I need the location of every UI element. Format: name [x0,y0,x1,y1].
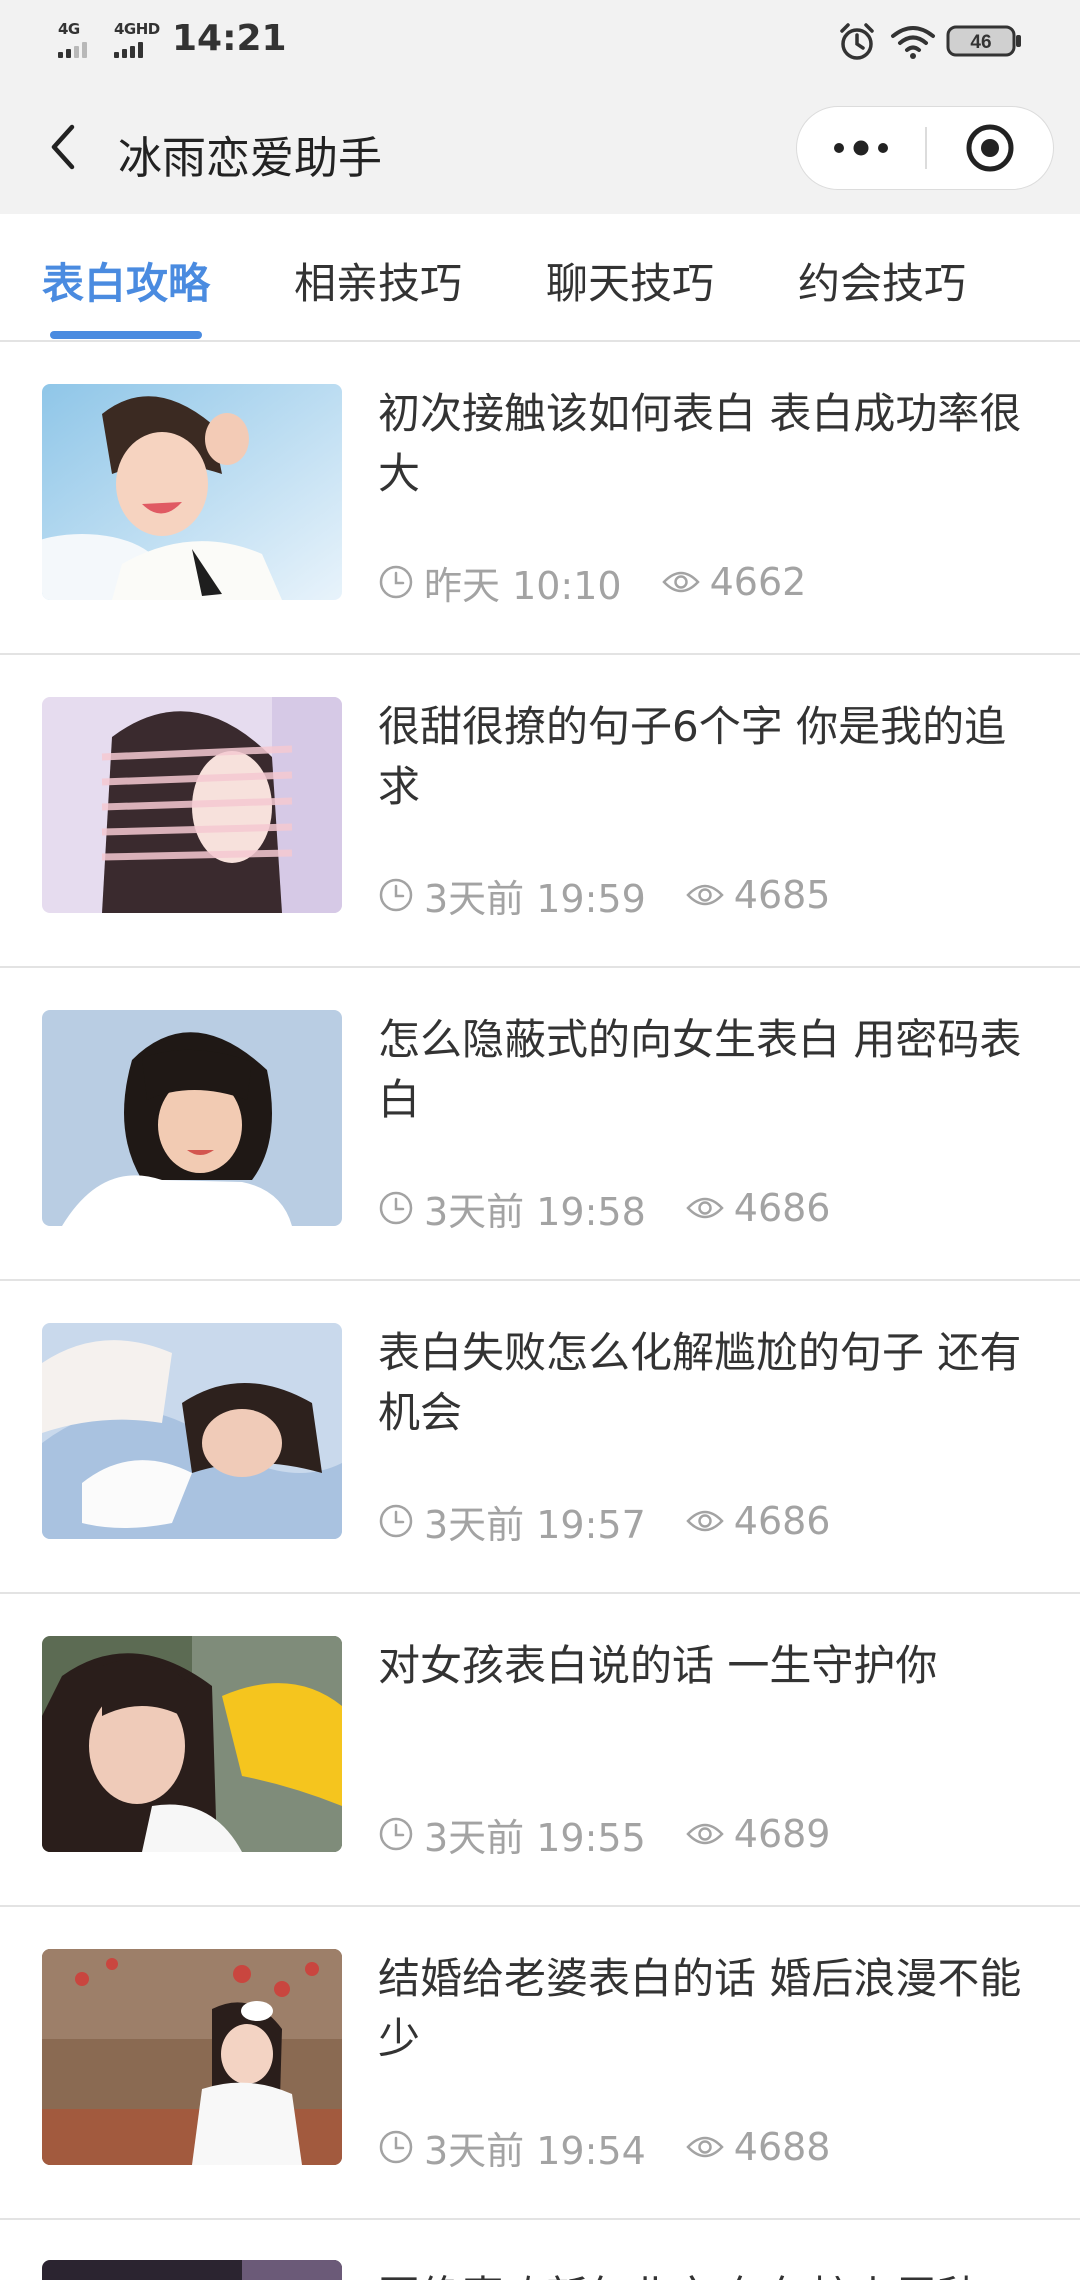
article-time: 3天前 19:59 [424,876,646,921]
battery-icon: 46 [946,24,1022,62]
eye-icon [686,1194,724,1222]
article-title: 很甜很撩的句子6个字 你是我的追求 [378,702,1007,811]
network-type-1: 4G [58,20,80,38]
article-item[interactable]: 初次接触该如何表白 表白成功率很大 昨天 10:10 4662 [0,342,1080,655]
article-thumbnail [42,2260,342,2280]
article-item[interactable]: 对女孩表白说的话 一生守护你 3天前 19:55 4689 [0,1594,1080,1907]
article-item[interactable]: 表白失败怎么化解尴尬的句子 还有机会 3天前 19:57 4686 [0,1281,1080,1594]
article-views: 4686 [733,1186,831,1230]
page-title: 冰雨恋爱助手 [118,133,382,184]
chevron-left-icon [51,124,75,170]
article-item-partial[interactable]: 回绝喜欢新年北京 年年接上尾秋 [0,2253,1080,2280]
article-list: 初次接触该如何表白 表白成功率很大 昨天 10:10 4662 很甜很撩的句子6… [0,342,1080,2220]
article-views: 4662 [709,560,807,604]
clock-icon [378,564,414,600]
battery-level: 46 [970,32,991,53]
clock-icon [378,1190,414,1226]
category-tabs: 表白攻略 相亲技巧 聊天技巧 约会技巧 [0,214,1080,342]
status-bar: 4G 4GHD 14:21 46 [0,0,1080,84]
network-type-2: 4GHD [114,20,160,38]
article-item[interactable]: 结婚给老婆表白的话 婚后浪漫不能少 3天前 19:54 4688 [0,1907,1080,2220]
article-thumbnail [42,1010,342,1226]
article-meta: 昨天 10:10 4662 [378,560,807,608]
article-title: 对女孩表白说的话 一生守护你 [378,1641,938,1690]
article-thumbnail [42,1323,342,1539]
more-button[interactable] [797,107,925,189]
tab-dating-tips[interactable]: 约会技巧 [798,250,966,311]
article-thumbnail [42,697,342,913]
article-title: 回绝喜欢新年北京 年年接上尾秋 [378,2263,979,2280]
article-title: 表白失败怎么化解尴尬的句子 还有机会 [378,1328,1022,1437]
mini-program-capsule [796,106,1054,190]
article-title: 结婚给老婆表白的话 婚后浪漫不能少 [378,1954,1022,2063]
eye-icon [686,881,724,909]
article-item[interactable]: 很甜很撩的句子6个字 你是我的追求 3天前 19:59 4685 [0,655,1080,968]
alarm-icon [838,22,876,66]
clock-icon [378,877,414,913]
article-views: 4689 [733,1812,831,1856]
nav-bar: 冰雨恋爱助手 [0,84,1080,214]
article-time: 3天前 19:55 [424,1815,646,1860]
article-title: 初次接触该如何表白 表白成功率很大 [378,389,1022,498]
article-meta: 3天前 19:57 4686 [378,1499,831,1547]
article-meta: 3天前 19:59 4685 [378,873,831,921]
close-button[interactable] [927,107,1053,189]
article-views: 4685 [733,873,831,917]
eye-icon [686,1507,724,1535]
article-meta: 3天前 19:54 4688 [378,2125,831,2173]
eye-icon [686,1820,724,1848]
more-dots-icon [834,140,888,156]
article-item[interactable]: 怎么隐蔽式的向女生表白 用密码表白 3天前 19:58 4686 [0,968,1080,1281]
clock-icon [378,2129,414,2165]
tab-blind-date-tips[interactable]: 相亲技巧 [294,250,462,311]
article-time: 昨天 10:10 [424,563,622,608]
article-thumbnail [42,1949,342,2165]
status-time: 14:21 [172,18,287,59]
article-meta: 3天前 19:55 4689 [378,1812,831,1860]
clock-icon [378,1816,414,1852]
tab-confession-guide[interactable]: 表白攻略 [42,250,210,311]
target-circle-icon [966,124,1014,172]
article-title: 怎么隐蔽式的向女生表白 用密码表白 [378,1015,1022,1124]
clock-icon [378,1503,414,1539]
article-time: 3天前 19:54 [424,2128,646,2173]
back-button[interactable] [28,112,98,182]
article-thumbnail [42,1636,342,1852]
wifi-icon [890,24,936,64]
active-tab-indicator [50,331,202,339]
article-meta: 3天前 19:58 4686 [378,1186,831,1234]
article-views: 4686 [733,1499,831,1543]
article-thumbnail [42,384,342,600]
article-time: 3天前 19:58 [424,1189,646,1234]
article-views: 4688 [733,2125,831,2169]
eye-icon [686,2133,724,2161]
eye-icon [661,568,700,596]
article-time: 3天前 19:57 [424,1502,646,1547]
tab-chat-tips[interactable]: 聊天技巧 [546,250,714,311]
